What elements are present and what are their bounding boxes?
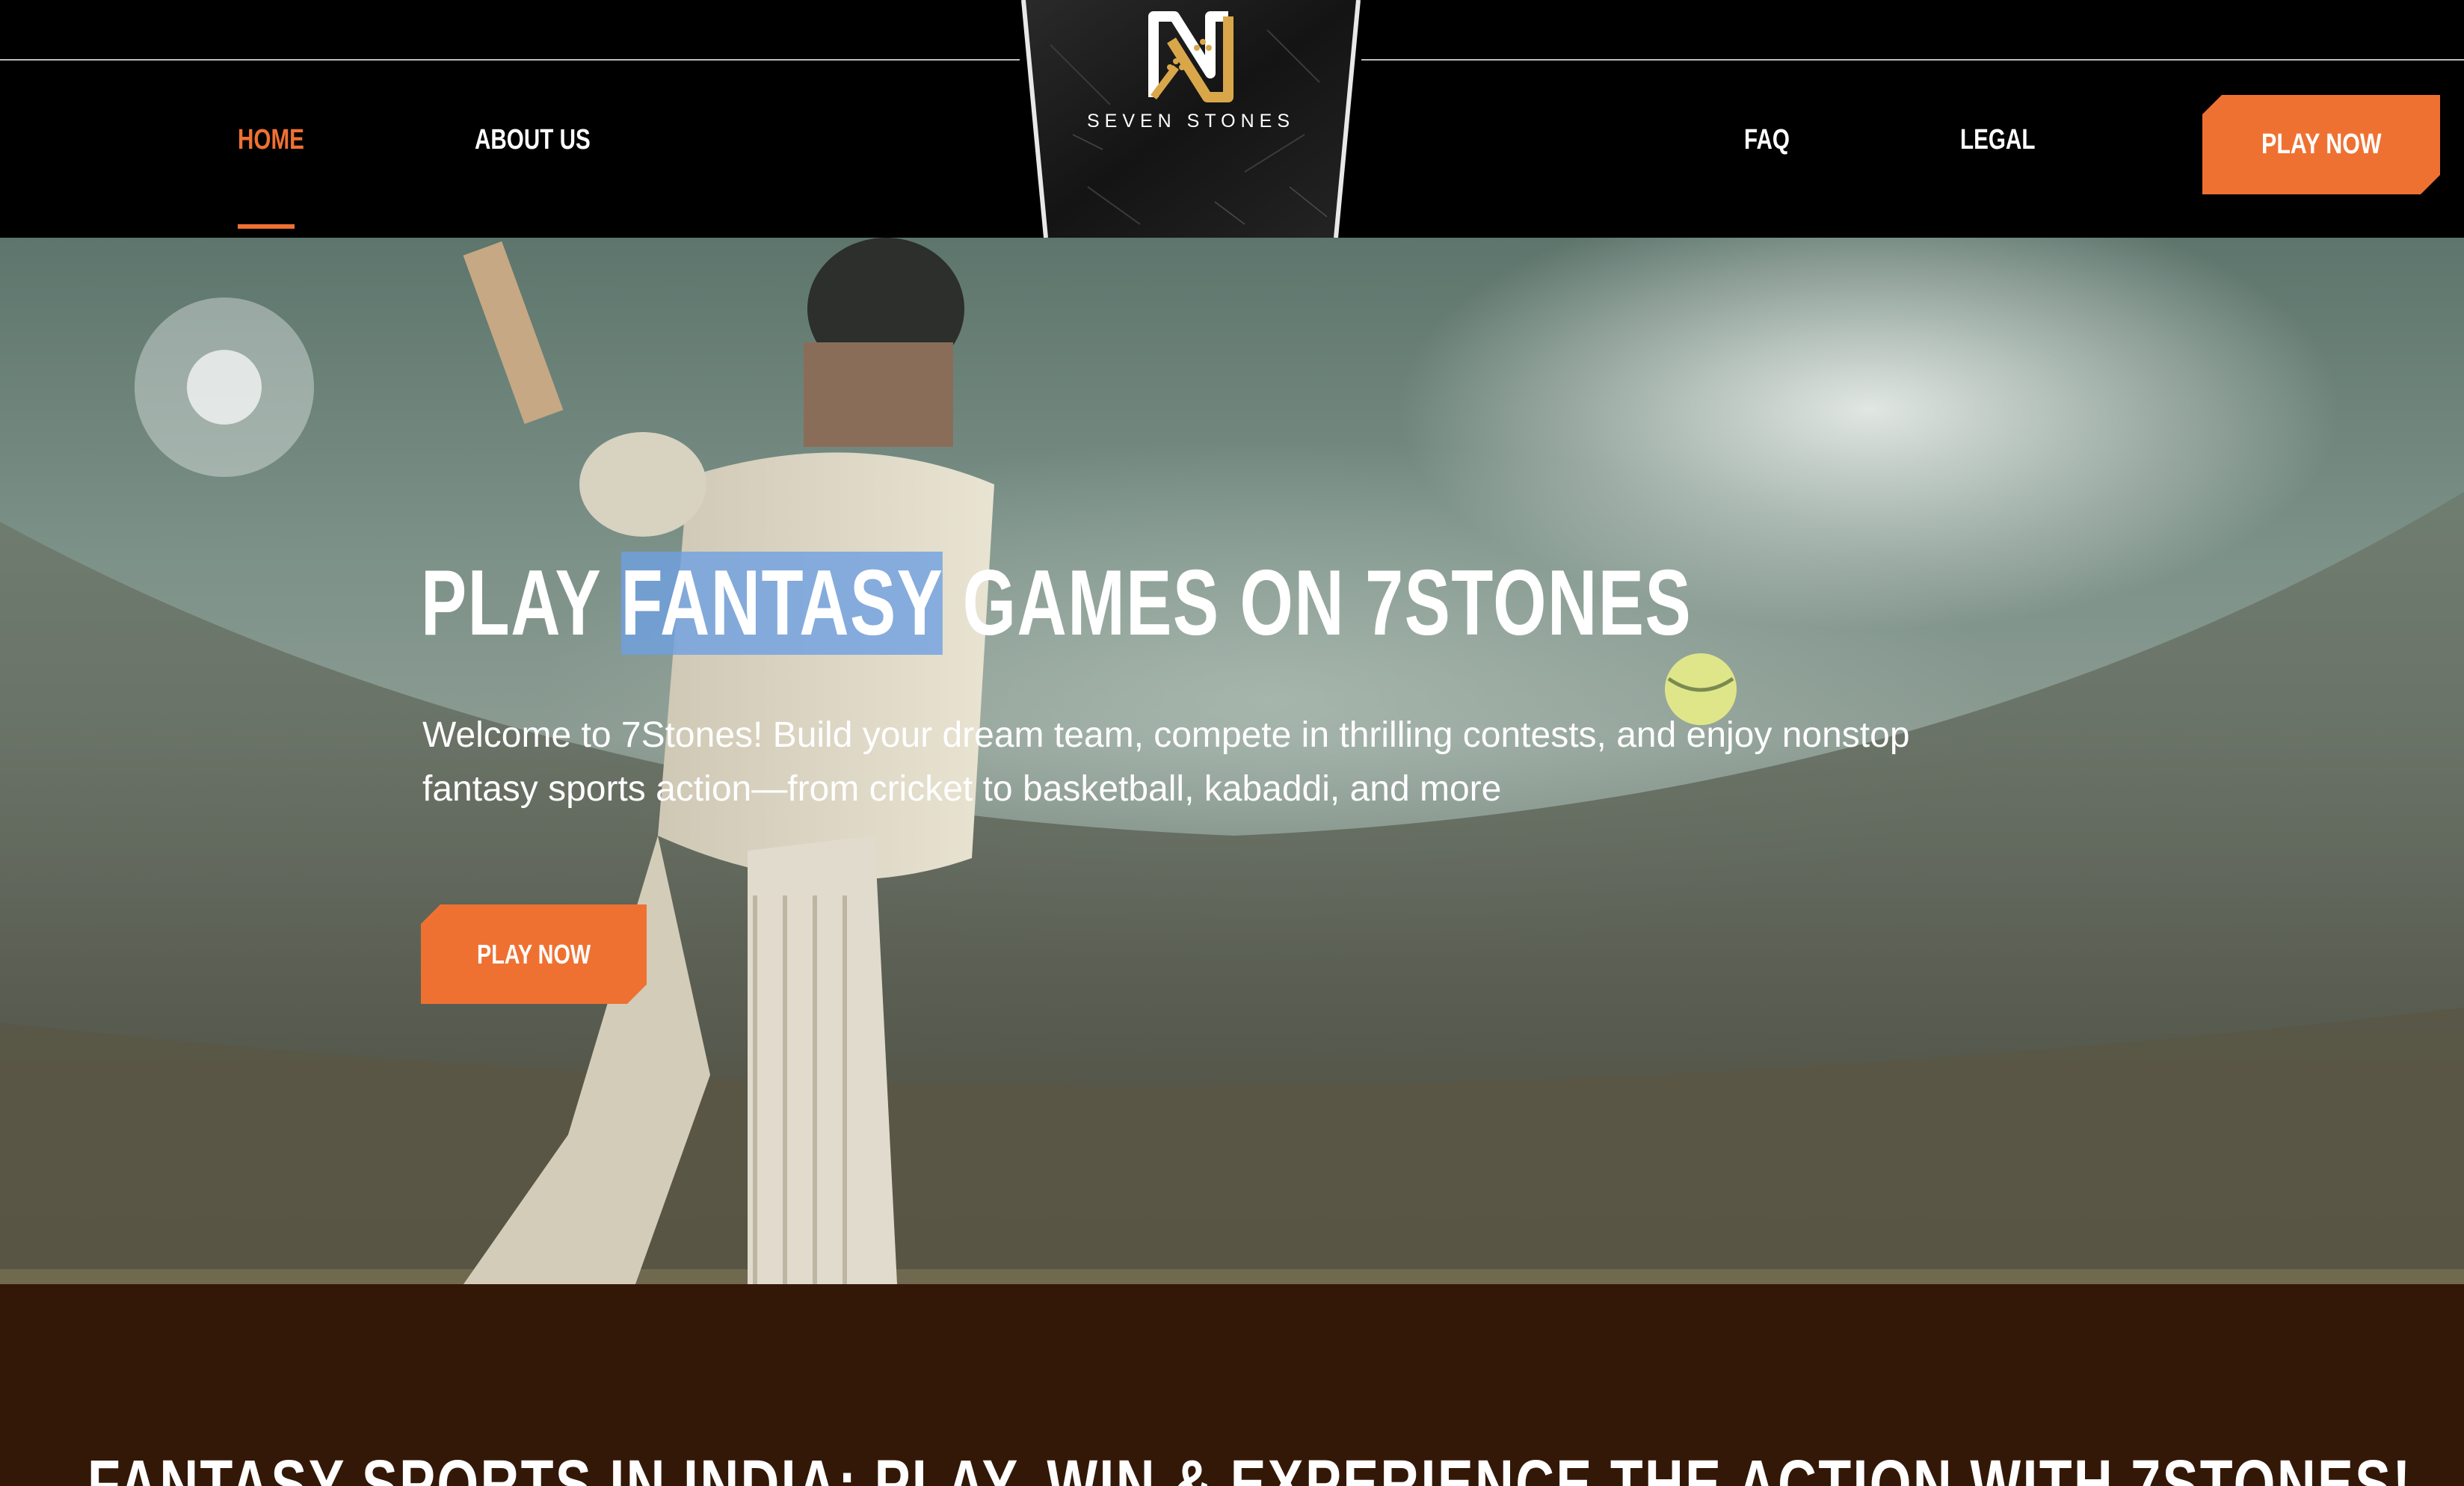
hero-title: PLAY FANTASY GAMES ON 7STONES [421, 532, 1692, 674]
seven-stones-logo-icon [1148, 11, 1233, 102]
hero-title-part2: GAMES ON 7STONES [942, 552, 1693, 655]
header-play-now-label: PLAY NOW [2261, 129, 2382, 160]
nav-about-us[interactable]: ABOUT US [475, 124, 591, 156]
hero-section: PLAY FANTASY GAMES ON 7STONES Welcome to… [0, 238, 2464, 1284]
header-divider-right [1361, 59, 2464, 61]
header-divider-left [0, 59, 1020, 61]
logo-text: SEVEN STONES [1086, 111, 1296, 132]
nav-legal[interactable]: LEGAL [1960, 124, 2035, 156]
nav-active-indicator [238, 224, 295, 229]
site-header: HOME ABOUT US SEVEN STONES FAQ LEGAL PLA… [0, 0, 2464, 238]
nav-home[interactable]: HOME [238, 124, 304, 156]
hero-title-highlight: FANTASY [620, 552, 943, 655]
hero-play-now-label: PLAY NOW [476, 938, 591, 969]
hero-subtitle: Welcome to 7Stones! Build your dream tea… [422, 715, 1910, 809]
intro-section: FANTASY SPORTS IN INDIA: PLAY, WIN & EXP… [0, 1284, 2464, 1486]
nav-faq[interactable]: FAQ [1744, 124, 1790, 156]
header-play-now-button[interactable]: PLAY NOW [2202, 95, 2440, 194]
hero-play-now-button[interactable]: PLAY NOW [421, 904, 647, 1004]
intro-heading: FANTASY SPORTS IN INDIA: PLAY, WIN & EXP… [87, 1446, 2412, 1486]
logo[interactable]: SEVEN STONES [1020, 0, 1361, 238]
hero-title-part1: PLAY [421, 552, 621, 655]
